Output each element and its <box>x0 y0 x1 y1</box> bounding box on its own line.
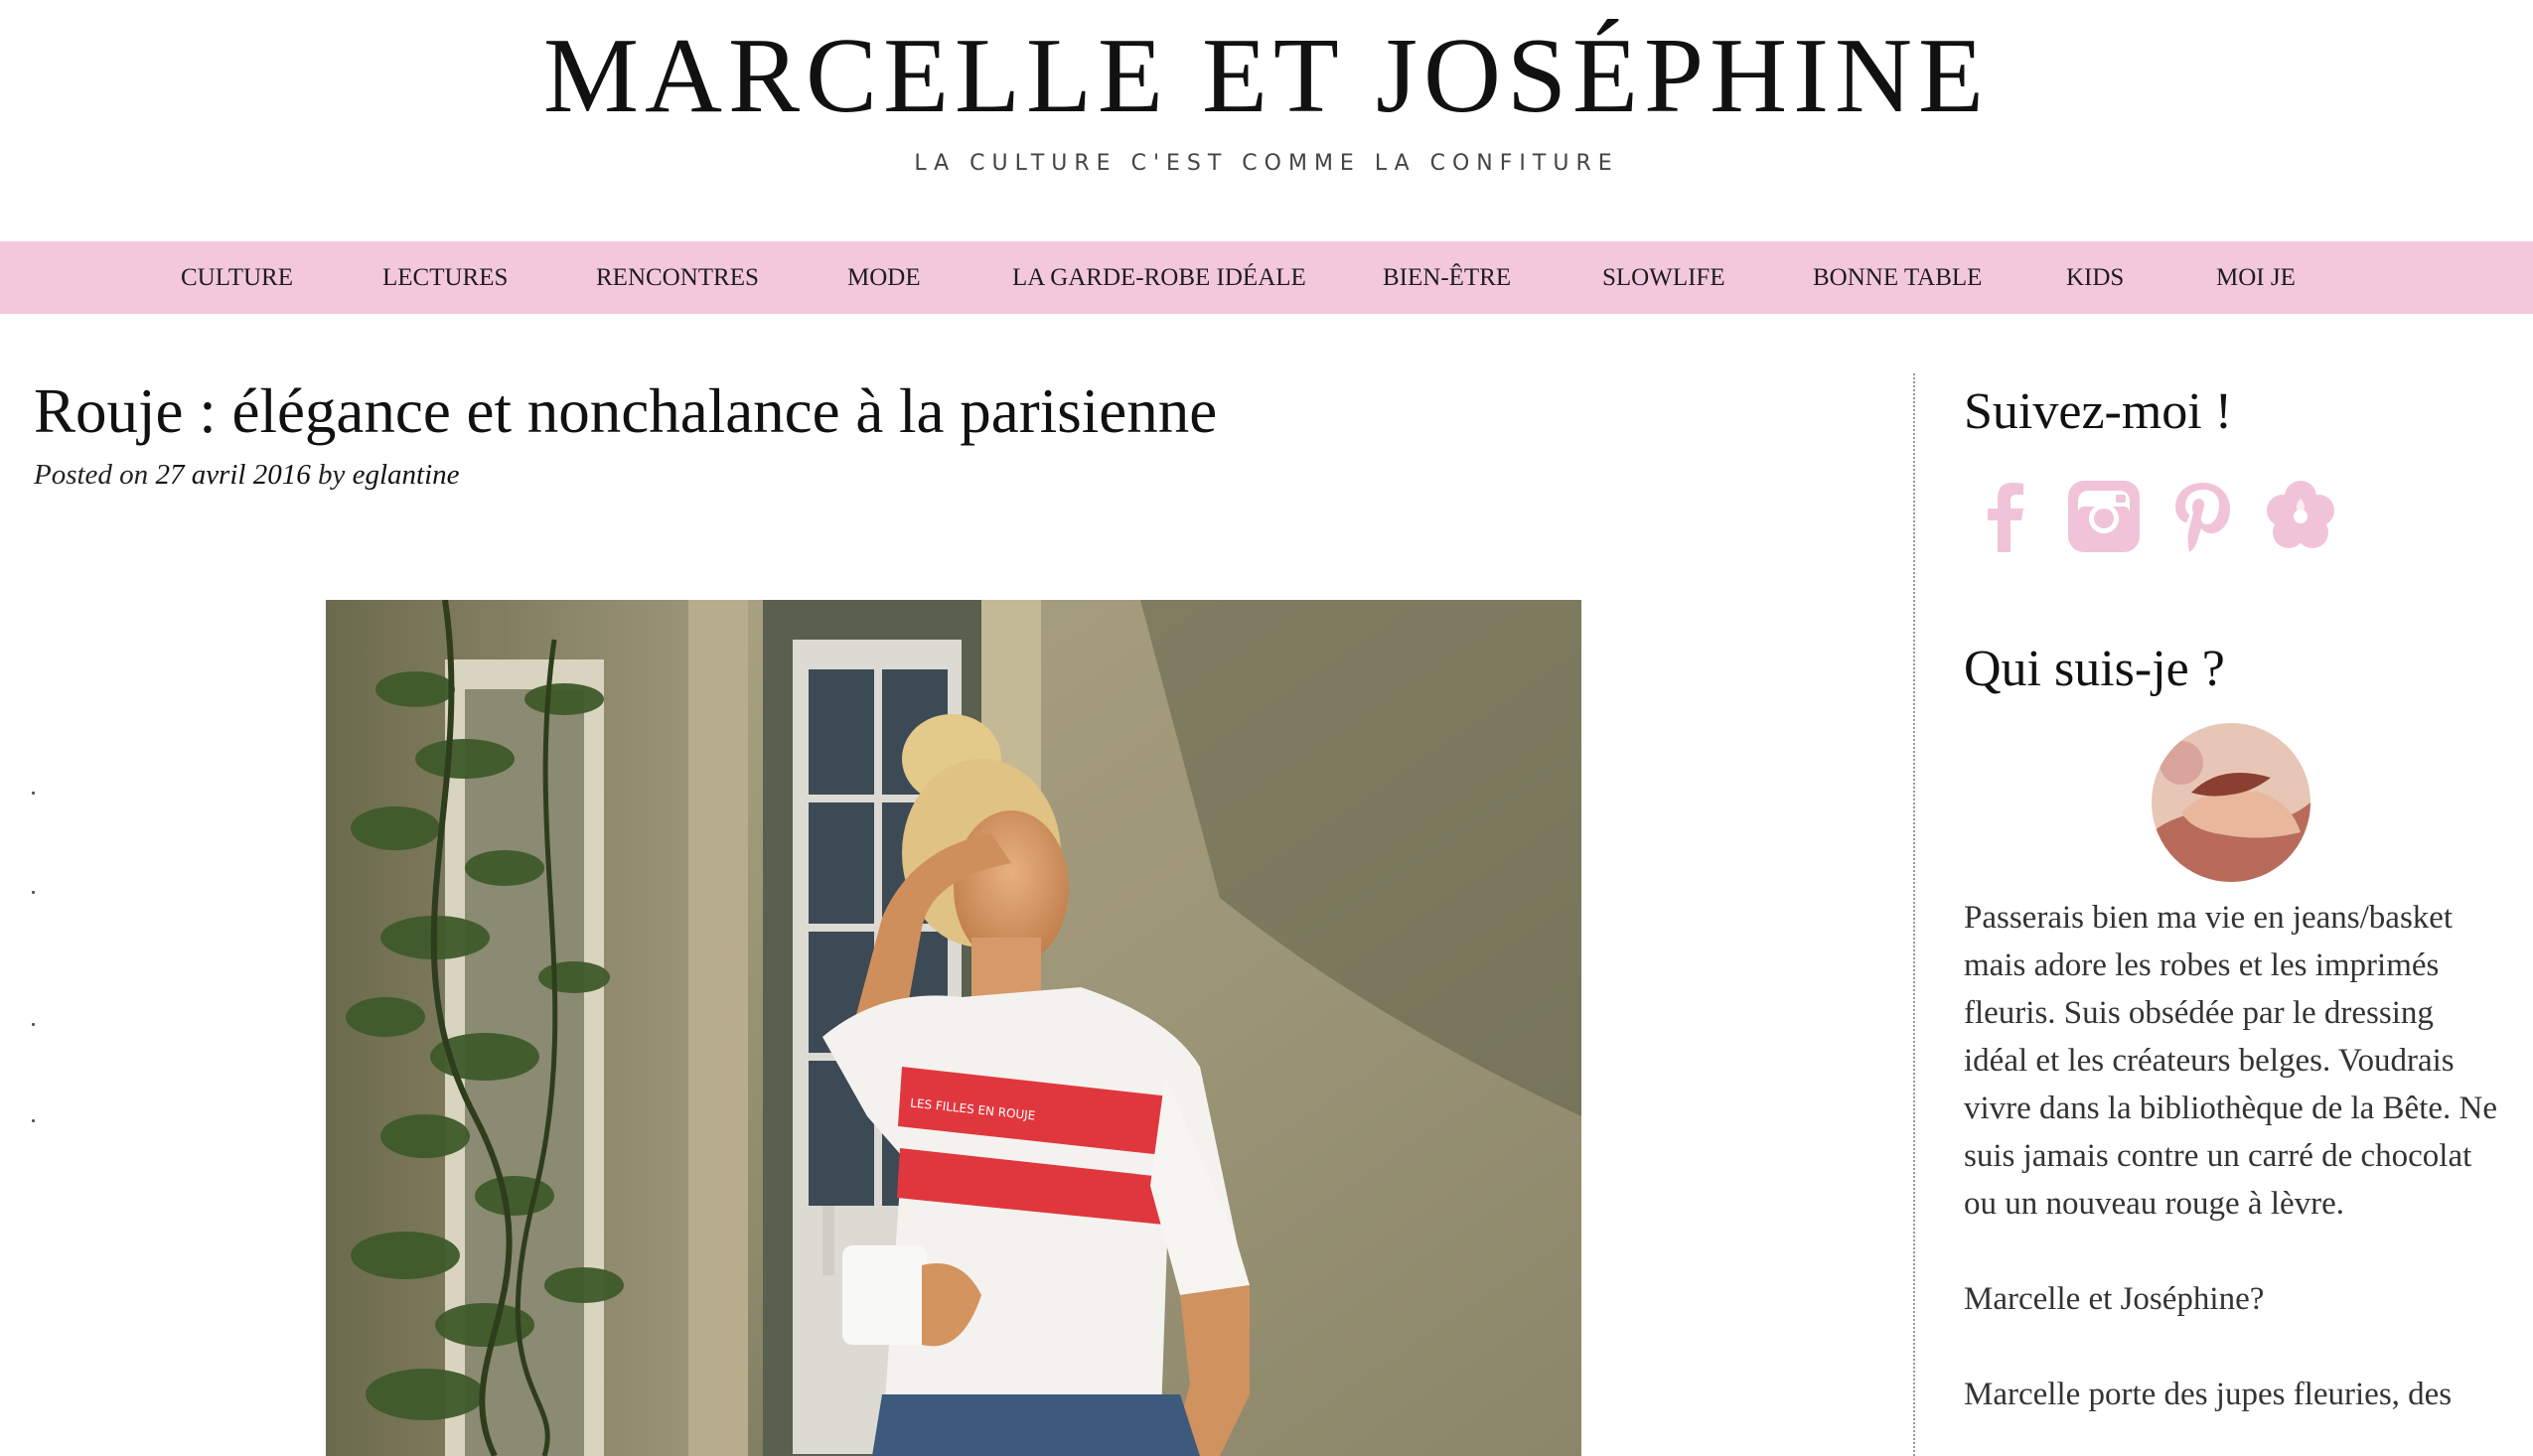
nav-item-kids[interactable]: KIDS <box>2066 241 2124 314</box>
site-tagline: LA CULTURE C'EST COMME LA CONFITURE <box>914 151 1619 176</box>
nav-item-bonne-table[interactable]: BONNE TABLE <box>1813 241 1982 314</box>
nav-item-slowlife[interactable]: SLOWLIFE <box>1602 241 1725 314</box>
margin-dot <box>32 891 35 894</box>
hellocoton-icon[interactable] <box>2261 477 2340 556</box>
about-widget-title: Qui suis-je ? <box>1964 641 2225 697</box>
pinterest-icon[interactable] <box>2163 477 2243 556</box>
site-title[interactable]: MARCELLE ET JOSÉPHINE <box>0 14 2533 138</box>
nav-item-rencontres[interactable]: RENCONTRES <box>596 241 759 314</box>
sidebar-divider <box>1913 373 1915 1456</box>
post-meta: Posted on 27 avril 2016 by eglantine <box>34 455 460 495</box>
about-paragraph: Passerais bien ma vie en jeans/basket ma… <box>1964 900 2497 1222</box>
margin-dot <box>32 1023 35 1026</box>
page: MARCELLE ET JOSÉPHINE LA CULTURE C'EST C… <box>0 0 2533 1456</box>
facebook-icon[interactable] <box>1967 477 2046 556</box>
site-header: MARCELLE ET JOSÉPHINE LA CULTURE C'EST C… <box>0 0 2533 241</box>
follow-widget-title: Suivez-moi ! <box>1964 383 2233 440</box>
about-paragraph: Marcelle porte des jupes fleuries, des <box>1964 1377 2453 1412</box>
instagram-icon[interactable] <box>2064 477 2144 556</box>
nav-item-lectures[interactable]: LECTURES <box>382 241 508 314</box>
nav-item-bien-etre[interactable]: BIEN-ÊTRE <box>1383 241 1511 314</box>
posted-on-label: Posted on <box>34 459 149 491</box>
margin-dot <box>32 1119 35 1122</box>
nav-item-moi-je[interactable]: MOI JE <box>2216 241 2296 314</box>
author-avatar <box>2152 723 2310 882</box>
margin-dot <box>32 792 35 795</box>
nav-item-garde-robe[interactable]: LA GARDE-ROBE IDÉALE <box>1012 241 1306 314</box>
nav-item-culture[interactable]: CULTURE <box>181 241 293 314</box>
article-title[interactable]: Rouje : élégance et nonchalance à la par… <box>34 371 1842 451</box>
main-navigation: CULTURE LECTURES RENCONTRES MODE LA GARD… <box>0 241 2533 314</box>
post-date[interactable]: 27 avril 2016 <box>155 459 310 491</box>
about-text: Passerais bien ma vie en jeans/basket ma… <box>1964 894 2500 1456</box>
by-label: by <box>317 459 346 491</box>
article-hero-image[interactable]: LES FILLES EN ROUJE <box>326 600 1581 1456</box>
nav-item-mode[interactable]: MODE <box>847 241 921 314</box>
about-paragraph: Marcelle et Joséphine? <box>1964 1281 2265 1317</box>
hero-photo <box>326 600 1581 1456</box>
post-author[interactable]: eglantine <box>353 459 460 491</box>
